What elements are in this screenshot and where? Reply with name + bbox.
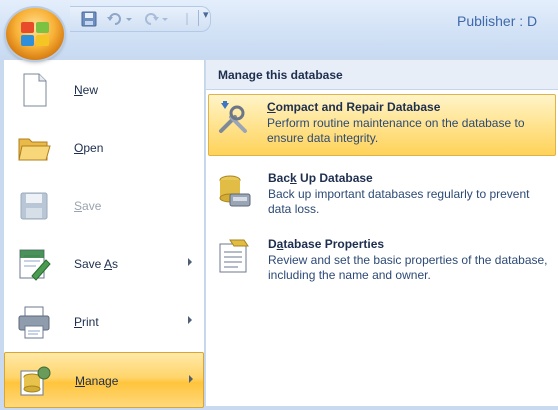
database-properties-command[interactable]: Database Properties Review and set the b… [210,232,558,294]
menu-item-save-as[interactable]: Save As [4,236,204,292]
compact-repair-command[interactable]: Compact and Repair Database Perform rout… [208,94,556,156]
compact-repair-icon [219,101,247,133]
new-document-icon [23,73,47,107]
menu-item-open[interactable]: Open [4,120,204,176]
office-button[interactable] [6,8,64,60]
menu-item-print-label: Print [74,315,99,329]
qat-separator [198,10,199,26]
submenu-arrow-icon [188,316,192,324]
menu-item-save: Save [4,178,204,234]
menu-item-new-label: New [74,83,99,97]
backup-database-icon [219,175,251,207]
menu-item-save-as-label: Save As [74,257,119,271]
menu-item-save-label: Save [74,199,102,213]
database-properties-description: Review and set the basic properties of t… [268,253,548,282]
quick-access-toolbar [70,6,211,32]
save-icon[interactable] [80,10,98,28]
submenu-arrow-icon [189,375,193,383]
undo-icon[interactable] [106,10,124,28]
menu-item-print[interactable]: Print [4,294,204,350]
section-header: Manage this database [206,60,558,90]
redo-icon[interactable] [142,10,160,28]
menu-item-manage[interactable]: Manage [4,352,204,408]
submenu-arrow-icon [188,258,192,266]
office-menu-left-pane: New Open Save Save As Print Manage [4,60,205,408]
backup-database-description: Back up important databases regularly to… [268,187,530,216]
undo-dropdown-icon[interactable] [124,10,134,28]
save-as-icon [19,249,51,281]
customize-qat-dropdown[interactable]: ▾ [203,8,209,21]
menu-item-new[interactable]: New [4,62,204,118]
database-properties-title: Database Properties [268,237,385,251]
office-logo-icon [21,22,49,46]
database-properties-icon [219,239,249,273]
save-disk-icon [20,192,48,220]
compact-repair-title: Compact and Repair Database [267,100,441,114]
backup-database-command[interactable]: Back Up Database Back up important datab… [210,166,558,228]
separator-icon [186,13,188,25]
open-folder-icon [18,138,51,161]
title-bar: ▾ Publisher : D [0,0,558,56]
window-title: Publisher : D [457,13,538,29]
redo-dropdown-icon[interactable] [160,10,170,28]
manage-icon [20,366,51,396]
menu-item-open-label: Open [74,141,104,155]
printer-icon [18,306,50,339]
section-header-label: Manage this database [218,68,343,82]
menu-item-manage-label: Manage [75,374,119,388]
compact-repair-description: Perform routine maintenance on the datab… [267,116,525,145]
backup-database-title: Back Up Database [268,171,373,185]
office-menu-right-pane: Manage this database Compact and Repair … [206,60,558,406]
